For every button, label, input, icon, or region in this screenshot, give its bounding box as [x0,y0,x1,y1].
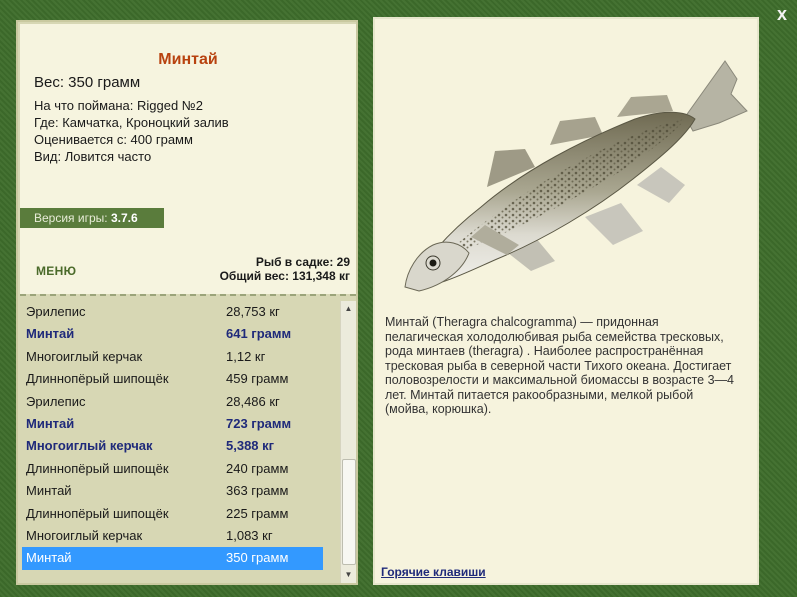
scroll-thumb[interactable] [342,459,356,565]
catch-fish-weight: 459 грамм [226,371,289,387]
fish-description-panel: Минтай (Theragra chalcogramma) — придонн… [373,17,759,585]
catch-list-row[interactable]: Минтай 350 грамм [22,547,323,570]
version-value: 3.7.6 [110,211,138,225]
version-label: Версия игры: [34,211,108,225]
fish-weight: Вес: 350 грамм [34,74,141,91]
hotkeys-link[interactable]: Горячие клавиши [381,565,486,579]
catch-fish-name: Минтай [26,483,72,499]
catch-fish-name: Многоиглый керчак [26,527,143,543]
catch-fish-weight: 1,083 кг [226,527,273,543]
catch-fish-weight: 350 грамм [226,550,289,566]
catch-fish-weight: 28,753 кг [226,304,280,319]
frequency-info: Вид: Ловится часто [34,149,152,164]
catch-fish-weight: 723 грамм [226,415,292,431]
catch-fish-name: Эрилепис [26,304,86,319]
valuation-info: Оценивается с: 400 грамм [34,132,193,147]
catch-fish-weight: 28,486 кг [226,393,280,409]
catch-list-row[interactable]: Многоиглый керчак 1,083 кг [22,525,323,547]
catch-fish-weight: 240 грамм [226,460,289,476]
catch-fish-name: Минтай [26,415,75,431]
fish-info-panel: Минтай Вес: 350 грамм На что поймана: Ri… [16,20,358,585]
catch-list-row[interactable]: Длиннопёрый шипощёк 240 грамм [22,458,323,480]
catch-fish-weight: 225 грамм [226,505,289,521]
catch-fish-name: Длиннопёрый шипощёк [26,505,169,521]
catch-fish-name: Эрилепис [26,393,86,409]
scroll-down-icon[interactable]: ▼ [341,567,356,583]
location-info: Где: Камчатка, Кроноцкий залив [34,115,229,130]
catch-list-row[interactable]: Минтай 641 грамм [22,323,323,345]
catch-list-row[interactable]: Многоиглый керчак 1,12 кг [22,346,323,368]
fish-name-title: Минтай [158,51,218,68]
fish-details: Минтай Вес: 350 грамм На что поймана: Ri… [20,24,356,294]
divider [20,294,356,296]
catch-list-row[interactable]: Длиннопёрый шипощёк 225 грамм [22,503,323,525]
catch-list-row[interactable]: Минтай 723 грамм [22,413,323,435]
catch-fish-weight: 1,12 кг [226,348,266,364]
close-icon: x [776,4,787,24]
keepnet-stats: Рыб в садке: 29 Общий вес: 131,348 кг [220,255,350,283]
catch-fish-name: Многоиглый керчак [26,438,153,454]
menu-button[interactable]: МЕНЮ [36,264,76,278]
catch-fish-name: Длиннопёрый шипощёк [26,460,169,476]
catch-list-row[interactable]: Эрилепис 28,486 кг [22,391,323,413]
bait-info: На что поймана: Rigged №2 [34,98,203,113]
catch-list-row[interactable]: Многоиглый керчак 5,388 кг [22,435,323,457]
catch-fish-weight: 5,388 кг [226,438,275,454]
catch-list-row[interactable]: Минтай 363 грамм [22,480,323,502]
scroll-up-icon[interactable]: ▲ [341,301,356,317]
catch-list-row[interactable]: Длиннопёрый шипощёк 459 грамм [22,368,323,390]
fish-description: Минтай (Theragra chalcogramma) — придонн… [385,315,735,416]
fish-count: Рыб в садке: 29 [255,255,350,269]
list-scrollbar[interactable]: ▲ ▼ [340,301,356,583]
fish-illustration [404,60,748,292]
close-button[interactable]: x [772,4,792,24]
catch-list[interactable]: Эрилепис 28,753 кг Минтай 641 грамм Многоигл… [22,301,323,583]
catch-fish-name: Длиннопёрый шипощёк [26,371,169,387]
catch-fish-name: Минтай [26,550,72,566]
total-weight: Общий вес: 131,348 кг [219,269,350,283]
catch-fish-name: Многоиглый керчак [26,348,143,364]
catch-fish-weight: 363 грамм [226,483,289,499]
version-bar: Версия игры: 3.7.6 [20,208,164,228]
catch-fish-name: Минтай [26,326,75,342]
catch-fish-weight: 641 грамм [226,326,292,342]
catch-list-row[interactable]: Эрилепис 28,753 кг [22,301,323,323]
